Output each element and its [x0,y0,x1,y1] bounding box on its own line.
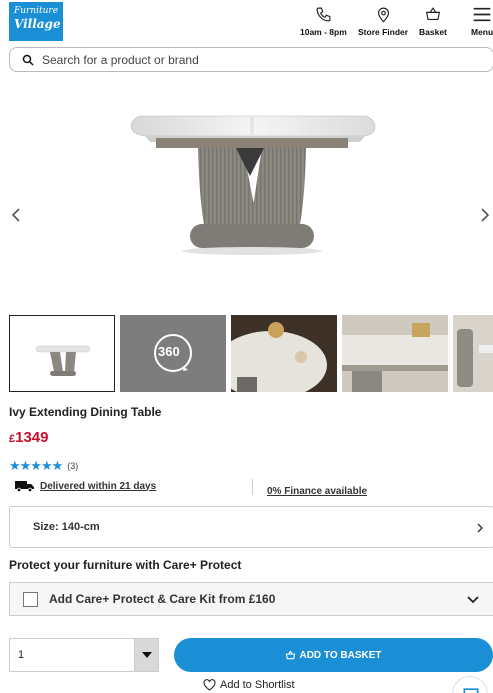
opening-hours-label: 10am - 8pm [300,27,347,37]
quantity-dropdown-toggle[interactable] [134,639,158,671]
add-to-basket-label: ADD TO BASKET [299,649,382,661]
search-bar[interactable] [9,47,493,72]
product-rating[interactable]: ★★★★★ (3) [9,458,78,474]
carousel-prev-button[interactable] [11,206,21,226]
info-divider [252,479,253,495]
basket-label: Basket [419,27,447,37]
care-protect-label: Add Care+ Protect & Care Kit from £160 [49,592,276,606]
size-label: Size: 140-cm [33,521,100,533]
thumbnail-3[interactable] [231,315,337,392]
hamburger-icon [473,7,491,22]
phone-icon [316,7,331,22]
chevron-left-icon [11,208,20,222]
logo-text-bottom: Village [14,17,61,31]
thumbnail-strip: 360 [9,315,493,392]
chevron-down-icon[interactable] [466,593,480,607]
rating-stars: ★★★★★ [9,458,63,473]
site-header: Furniture Village 10am - 8pm Store Finde… [0,0,493,44]
delivery-info: Delivered within 21 days [15,480,156,492]
opening-hours-link[interactable]: 10am - 8pm [300,6,347,37]
thumbnail-lifestyle-image-3 [453,315,493,392]
thumbnail-table-image [10,316,114,391]
add-to-basket-button[interactable]: ADD TO BASKET [174,638,493,672]
price-value: 1349 [15,429,49,446]
search-icon [22,54,34,66]
thumbnail-360-view[interactable]: 360 [120,315,226,392]
caret-down-icon [141,652,152,658]
care-protect-heading: Protect your furniture with Care+ Protec… [9,558,242,572]
delivery-truck-icon [15,481,34,492]
product-main-image [130,115,376,255]
search-input[interactable] [42,52,462,67]
product-price: £1349 [9,429,49,446]
menu-button[interactable]: Menu [471,6,493,37]
menu-label: Menu [471,27,493,37]
store-finder-label: Store Finder [358,27,409,37]
furniture-village-logo[interactable]: Furniture Village [9,2,63,41]
thumbnail-5[interactable] [453,315,493,392]
thumbnail-1[interactable] [9,315,115,392]
thumbnail-lifestyle-image-2 [342,315,448,392]
basket-link[interactable]: Basket [419,6,447,37]
product-image-carousel[interactable] [0,76,493,306]
quantity-value: 1 [18,649,25,661]
finance-info: 0% Finance available [267,481,367,499]
heart-icon [203,679,216,691]
chat-widget-button[interactable] [452,676,488,693]
thumbnail-lifestyle-image-1 [231,315,337,392]
basket-icon [286,649,296,659]
location-pin-icon [377,7,389,23]
care-protect-option[interactable]: Add Care+ Protect & Care Kit from £160 [9,582,493,616]
basket-icon [425,7,441,21]
finance-link[interactable]: 0% Finance available [267,486,367,497]
shortlist-label: Add to Shortlist [220,679,295,691]
logo-text-top: Furniture [14,6,59,16]
store-finder-link[interactable]: Store Finder [358,6,408,37]
care-protect-checkbox[interactable] [23,591,38,607]
product-title: Ivy Extending Dining Table [9,405,162,419]
review-count: (3) [67,461,79,471]
chevron-right-icon [477,523,483,533]
thumbnail-360-label: 360 [158,344,180,359]
chevron-right-icon [481,208,490,222]
size-selector[interactable]: Size: 140-cm [9,506,493,548]
carousel-next-button[interactable] [480,206,490,226]
quantity-select[interactable]: 1 [9,638,159,672]
delivery-link[interactable]: Delivered within 21 days [40,481,156,492]
add-to-shortlist-button[interactable]: Add to Shortlist [203,679,295,691]
chat-icon [463,688,479,693]
thumbnail-4[interactable] [342,315,448,392]
